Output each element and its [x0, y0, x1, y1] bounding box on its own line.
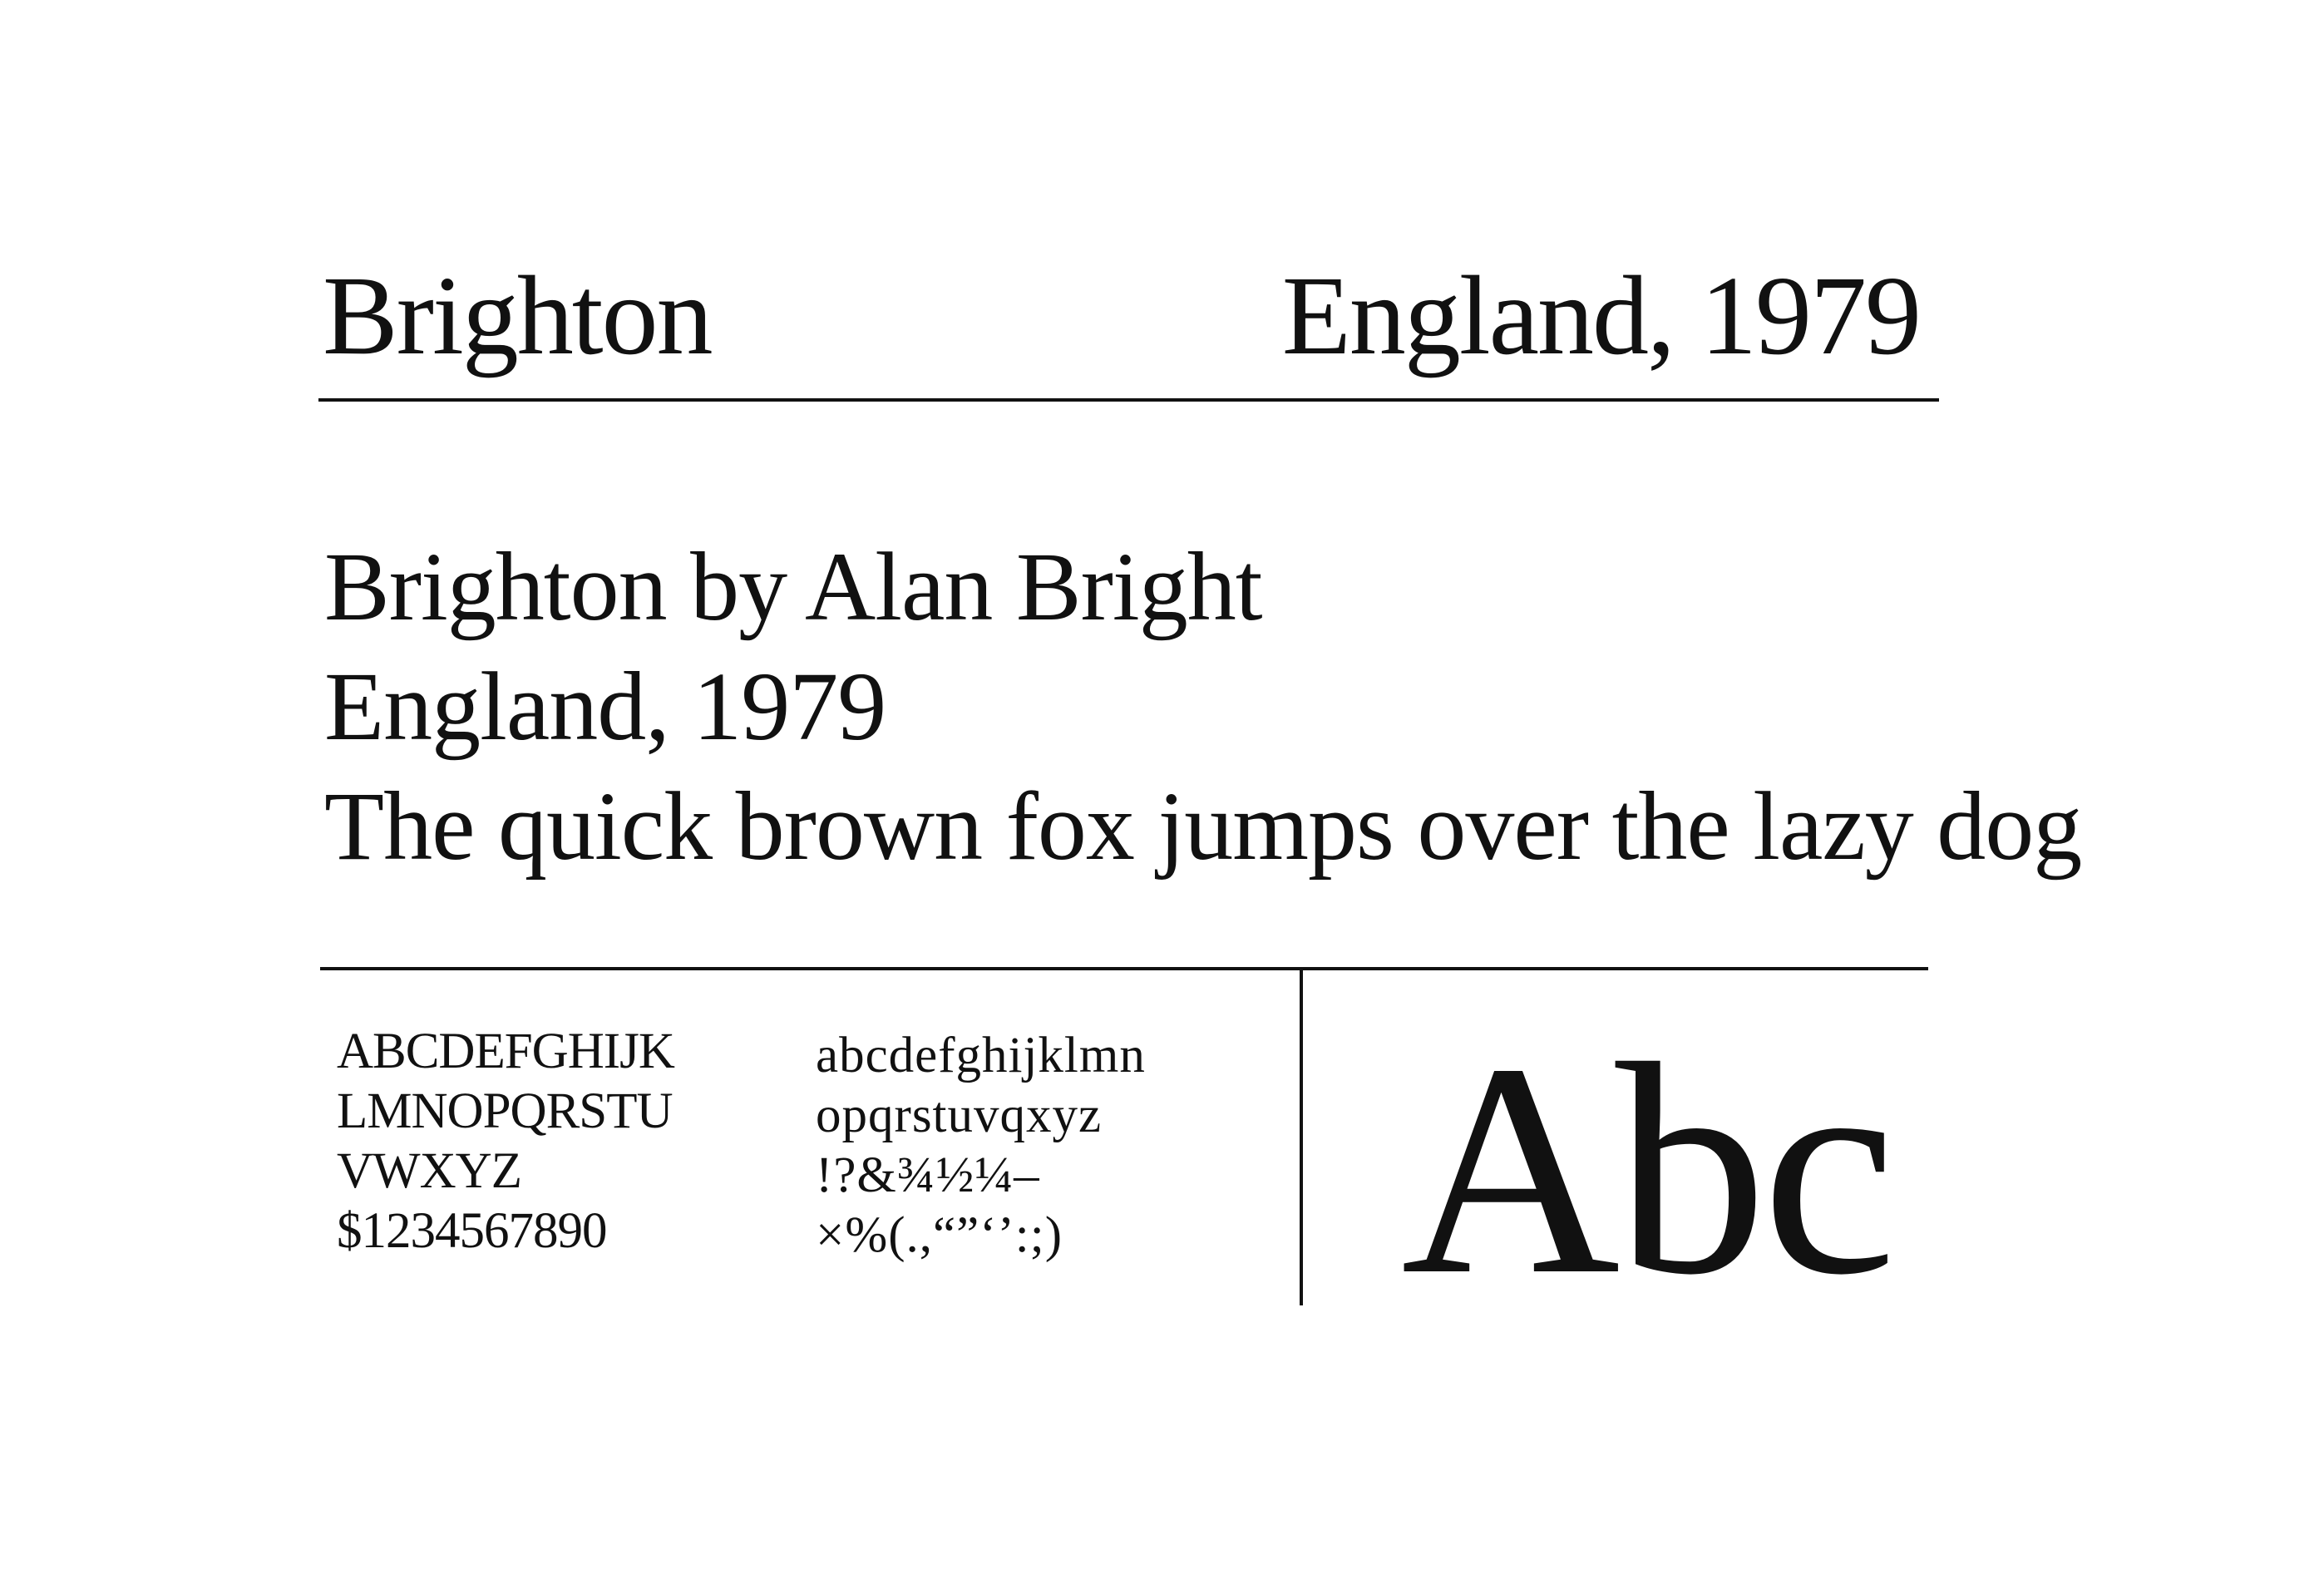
glyph-line: opqrstuvqxyz [816, 1088, 1103, 1143]
vertical-divider [1300, 967, 1303, 1305]
font-name-heading: Brighton [323, 254, 713, 378]
glyph-line: $1234567890 [337, 1203, 607, 1259]
glyph-line: abcdefghijklmn [816, 1028, 1146, 1083]
uppercase-glyph-block: ABCDEFGHIJK LMNOPQRSTU VWXYZ $1234567890 [337, 1022, 675, 1261]
sample-line-credit: Brighton by Alan Bright [324, 532, 1262, 641]
glyph-line: ABCDEFGHIJK [337, 1024, 675, 1079]
display-specimen: Abc [1401, 1001, 1897, 1337]
glyph-line: !?&¾½¼– [816, 1147, 1040, 1203]
top-divider [318, 398, 1939, 402]
glyph-line: ×%(.,“”‘’:;) [816, 1207, 1063, 1263]
origin-heading: England, 1979 [1281, 254, 1922, 378]
lowercase-glyph-block: abcdefghijklmn opqrstuvqxyz !?&¾½¼– ×%(.… [816, 1026, 1146, 1266]
sample-line-pangram: The quick brown fox jumps over the lazy … [324, 772, 2082, 881]
sample-line-origin: England, 1979 [324, 652, 886, 761]
glyph-line: LMNOPQRSTU [337, 1083, 674, 1139]
glyph-line: VWXYZ [337, 1143, 522, 1199]
middle-divider [320, 967, 1928, 970]
